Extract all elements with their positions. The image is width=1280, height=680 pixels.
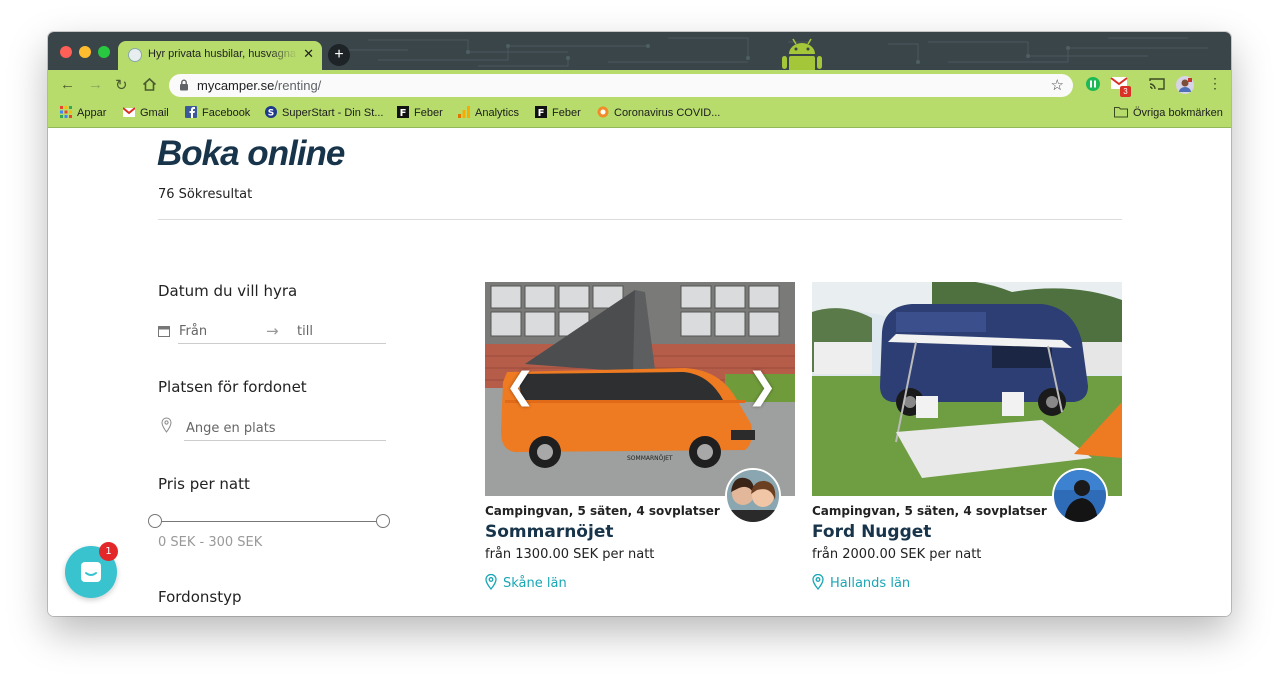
menu-kebab-icon[interactable]: ⋮ xyxy=(1208,75,1222,92)
price-slider-min-handle[interactable] xyxy=(148,514,162,528)
bookmark-appar[interactable]: Appar xyxy=(60,106,106,119)
home-icon[interactable] xyxy=(142,77,157,92)
url-text: mycamper.se/renting/ xyxy=(197,78,322,93)
owner-avatar[interactable] xyxy=(1052,468,1108,524)
bookmark-facebook[interactable]: Facebook xyxy=(185,106,250,119)
profile-avatar-icon[interactable] xyxy=(1175,75,1195,100)
bookmark-feber-2[interactable]: F Feber xyxy=(535,106,581,119)
android-mascot-icon xyxy=(782,38,822,70)
price-filter-label: Pris per natt xyxy=(158,475,250,493)
listing-location: Skåne län xyxy=(485,573,567,591)
gmail-unread-badge: 3 xyxy=(1120,86,1131,97)
listing-price: från 2000.00 SEK per natt xyxy=(812,547,982,562)
title-bar: Hyr privata husbilar, husvagnar och ✕ + xyxy=(48,32,1231,70)
chat-notification-badge: 1 xyxy=(99,542,118,561)
facebook-icon xyxy=(185,106,197,118)
date-filter-label: Datum du vill hyra xyxy=(158,282,298,300)
zoom-window-button[interactable] xyxy=(98,46,110,58)
bookmark-analytics[interactable]: Analytics xyxy=(458,106,519,119)
tab-active[interactable]: Hyr privata husbilar, husvagnar och ✕ xyxy=(118,41,322,70)
address-bar[interactable]: mycamper.se/renting/ ☆ xyxy=(169,74,1073,97)
bookmark-feber[interactable]: F Feber xyxy=(397,106,443,119)
owner-avatar[interactable] xyxy=(725,468,781,524)
bookmark-gmail[interactable]: Gmail xyxy=(123,106,169,119)
price-range-value: 0 SEK - 300 SEK xyxy=(158,535,263,550)
bookmarks-bar: Appar Gmail Facebook S SuperStart - Din S… xyxy=(48,100,1231,128)
listing-location: Hallands län xyxy=(812,573,910,591)
bookmark-coronavirus[interactable]: Coronavirus COVID... xyxy=(597,106,720,119)
location-pin-icon xyxy=(812,573,824,591)
site-favicon-icon xyxy=(128,48,142,62)
new-tab-button[interactable]: + xyxy=(328,44,350,66)
analytics-icon xyxy=(458,106,470,118)
page-title: Boka online xyxy=(157,134,345,173)
lock-icon xyxy=(180,79,188,91)
chat-icon xyxy=(81,562,101,582)
covid-icon xyxy=(597,106,609,118)
close-window-button[interactable] xyxy=(60,46,72,58)
listing-photo[interactable] xyxy=(812,282,1122,496)
browser-toolbar: ← → ↻ mycamper.se/renting/ ☆ 3 ⋮ xyxy=(48,70,1231,100)
date-to-input[interactable]: till xyxy=(297,324,313,339)
svg-text:F: F xyxy=(538,108,545,118)
apps-grid-icon xyxy=(60,106,72,118)
feber-icon: F xyxy=(535,106,547,118)
price-slider-track[interactable] xyxy=(156,521,384,522)
calendar-icon xyxy=(158,326,170,337)
carousel-prev-icon[interactable]: ❮ xyxy=(505,366,535,407)
bookmark-star-icon[interactable]: ☆ xyxy=(1051,76,1064,94)
vehicle-type-label: Fordonstyp xyxy=(158,588,242,606)
cast-icon[interactable] xyxy=(1149,77,1165,96)
listing-type: Campingvan, 5 säten, 4 sovplatser xyxy=(812,504,1047,518)
listing-name[interactable]: Sommarnöjet xyxy=(485,522,613,542)
forward-arrow-icon[interactable]: → xyxy=(88,76,103,93)
carousel-next-icon[interactable]: ❯ xyxy=(747,366,777,407)
reload-icon[interactable]: ↻ xyxy=(115,76,128,94)
superstart-icon: S xyxy=(265,106,277,118)
header-divider xyxy=(158,219,1122,220)
feber-icon: F xyxy=(397,106,409,118)
date-from-input[interactable]: Från xyxy=(179,324,207,339)
location-pin-icon xyxy=(485,573,497,591)
result-count: 76 Sökresultat xyxy=(158,187,253,202)
svg-text:F: F xyxy=(400,108,407,118)
page-content: Boka online 76 Sökresultat Datum du vill… xyxy=(48,128,1231,616)
listing-price: från 1300.00 SEK per natt xyxy=(485,547,655,562)
gmail-icon xyxy=(123,107,135,117)
back-arrow-icon[interactable]: ← xyxy=(60,76,75,93)
bookmark-superstart[interactable]: S SuperStart - Din St... xyxy=(265,106,383,119)
browser-window: Hyr privata husbilar, husvagnar och ✕ + … xyxy=(48,32,1231,616)
extension-green-icon[interactable] xyxy=(1085,76,1101,97)
listing-type: Campingvan, 5 säten, 4 sovplatser xyxy=(485,504,720,518)
minimize-window-button[interactable] xyxy=(79,46,91,58)
tab-close-icon[interactable]: ✕ xyxy=(303,46,314,62)
place-filter-label: Platsen för fordonet xyxy=(158,378,307,396)
bookmark-other-folder[interactable]: Övriga bokmärken xyxy=(1114,106,1223,119)
location-pin-icon xyxy=(161,417,172,433)
folder-icon xyxy=(1114,107,1128,118)
place-input[interactable]: Ange en plats xyxy=(186,421,276,436)
svg-text:SOMMARNÖJET: SOMMARNÖJET xyxy=(627,455,673,462)
listing-name[interactable]: Ford Nugget xyxy=(812,522,931,542)
date-range-arrow-icon: → xyxy=(266,322,279,340)
svg-text:S: S xyxy=(268,109,274,119)
price-slider-max-handle[interactable] xyxy=(376,514,390,528)
